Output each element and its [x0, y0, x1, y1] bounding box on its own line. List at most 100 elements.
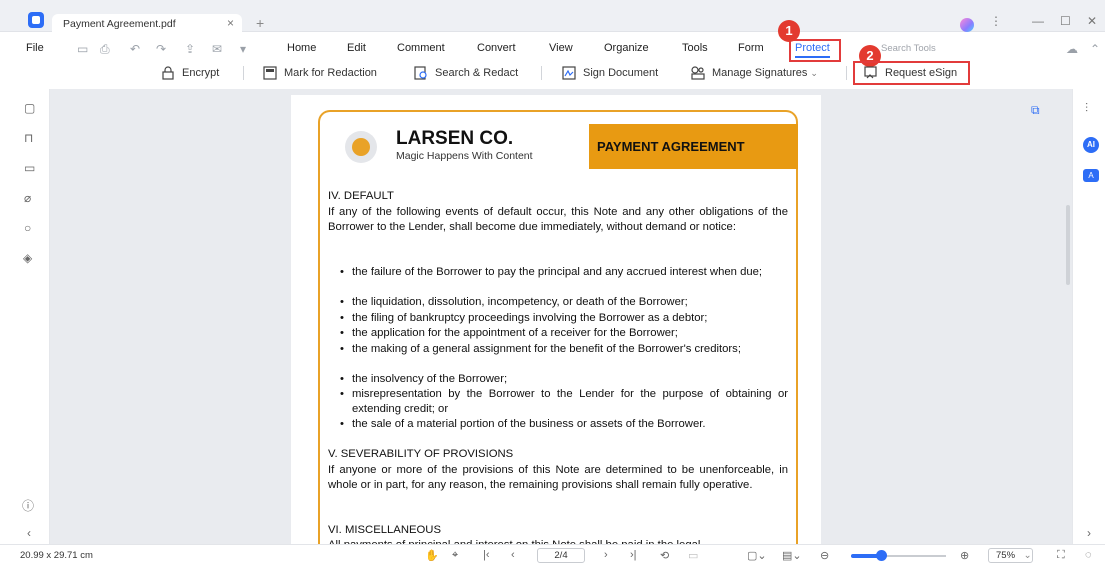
menu-form[interactable]: Form	[738, 42, 764, 54]
new-tab-icon[interactable]: +	[256, 15, 264, 31]
app-logo-icon	[28, 12, 44, 28]
list-item: the insolvency of the Borrower;	[340, 372, 788, 387]
redaction-icon	[262, 66, 278, 80]
chevron-down-icon: ⌄	[810, 67, 818, 78]
bookmark-icon[interactable]: ⊓	[24, 131, 33, 145]
attachment-icon[interactable]: ⌀	[24, 191, 31, 205]
zoom-level-select[interactable]: 75% ⌄	[988, 548, 1033, 563]
company-logo-dot	[352, 138, 370, 156]
layers-icon[interactable]: ◈	[23, 251, 32, 265]
chevron-down-icon: ⌄	[1023, 550, 1032, 561]
ai-assistant-icon[interactable]: AI	[1083, 137, 1099, 153]
request-esign-highlight-box	[853, 61, 970, 85]
comment-icon[interactable]: ▭	[24, 161, 35, 175]
left-sidebar: ▢ ⊓ ▭ ⌀ ○ ◈ ⓘ ‹	[0, 89, 50, 544]
search-icon[interactable]: ○	[24, 221, 31, 235]
cloud-upload-icon[interactable]: ☁	[1066, 42, 1078, 56]
list-item: the failure of the Borrower to pay the p…	[340, 265, 788, 280]
help-icon[interactable]: ⓘ	[22, 497, 34, 514]
zoom-level-value: 75%	[996, 550, 1016, 561]
signature-icon	[561, 66, 577, 80]
save-icon[interactable]: ▭	[77, 42, 88, 56]
encrypt-button[interactable]: Encrypt	[160, 62, 219, 84]
fit-page-icon[interactable]: ▭	[688, 549, 698, 562]
protect-highlight-box	[789, 39, 841, 62]
company-tagline: Magic Happens With Content	[396, 150, 533, 162]
first-page-icon[interactable]: |‹	[483, 549, 490, 561]
manage-signatures-icon	[690, 66, 706, 80]
company-name: LARSEN CO.	[396, 128, 514, 149]
manage-signatures-button[interactable]: Manage Signatures ⌄	[690, 62, 818, 84]
collapse-left-icon[interactable]: ‹	[27, 526, 31, 540]
section-paragraph: If any of the following events of defaul…	[328, 206, 788, 234]
close-icon[interactable]: ✕	[1087, 14, 1097, 28]
section-heading: IV. DEFAULT	[328, 190, 394, 202]
menu-file[interactable]: File	[26, 42, 44, 54]
collapse-ribbon-icon[interactable]: ⌃	[1090, 42, 1100, 56]
section-heading: VI. MISCELLANEOUS	[328, 524, 442, 536]
menu-tools[interactable]: Tools	[682, 42, 708, 54]
page-dimensions: 20.99 x 29.71 cm	[20, 550, 93, 561]
section-paragraph: If anyone or more of the provisions of t…	[328, 464, 788, 492]
list-item: the sale of a material portion of the bu…	[340, 417, 788, 432]
zoom-slider-handle[interactable]	[876, 550, 887, 561]
status-bar: 20.99 x 29.71 cm ✋ ⌖ |‹ ‹ 2/4 › ›| ⟲ ▭ ▢…	[0, 544, 1105, 565]
mark-for-redaction-button[interactable]: Mark for Redaction	[262, 62, 377, 84]
maximize-icon[interactable]: ☐	[1060, 14, 1071, 28]
menu-comment[interactable]: Comment	[397, 42, 445, 54]
zoom-in-icon[interactable]: ⊕	[960, 549, 969, 562]
menu-home[interactable]: Home	[287, 42, 316, 54]
sign-document-button[interactable]: Sign Document	[561, 62, 658, 84]
menu-view[interactable]: View	[549, 42, 573, 54]
mail-icon[interactable]: ✉	[212, 42, 222, 56]
redo-icon[interactable]: ↷	[156, 42, 166, 56]
avatar[interactable]	[960, 18, 974, 32]
toolbar-divider	[541, 66, 542, 80]
expand-right-icon[interactable]: ›	[1087, 526, 1091, 540]
rotate-icon[interactable]: ⟲	[660, 549, 669, 562]
menu-edit[interactable]: Edit	[347, 42, 366, 54]
zoom-out-icon[interactable]: ⊖	[820, 549, 829, 562]
customize-dropdown-icon[interactable]: ▾	[240, 42, 246, 56]
menu-organize[interactable]: Organize	[604, 42, 649, 54]
tab-close-icon[interactable]: ×	[227, 16, 234, 30]
step-badge-1: 1	[778, 20, 800, 42]
search-document-icon	[413, 66, 429, 80]
export-icon[interactable]: ⧉	[1031, 103, 1040, 118]
last-page-icon[interactable]: ›|	[630, 549, 637, 561]
properties-icon[interactable]: ⫶	[1085, 101, 1088, 116]
next-page-icon[interactable]: ›	[604, 549, 608, 561]
search-tools-input[interactable]: Search Tools	[881, 43, 936, 54]
document-tab[interactable]: Payment Agreement.pdf ×	[52, 14, 242, 33]
mark-for-redaction-label: Mark for Redaction	[284, 67, 377, 79]
tab-title: Payment Agreement.pdf	[63, 18, 176, 30]
thumbnails-icon[interactable]: ▢	[24, 101, 35, 115]
document-title: PAYMENT AGREEMENT	[597, 139, 745, 154]
undo-icon[interactable]: ↶	[130, 42, 140, 56]
sign-document-label: Sign Document	[583, 67, 659, 79]
page-number-input[interactable]: 2/4	[537, 548, 585, 563]
lock-icon	[160, 66, 176, 80]
page-layout-icon[interactable]: ▢⌄	[747, 549, 767, 562]
translate-icon[interactable]: A	[1083, 169, 1099, 182]
list-item: the application for the appointment of a…	[340, 326, 788, 341]
encrypt-label: Encrypt	[182, 67, 220, 79]
print-icon[interactable]: ⎙	[100, 42, 110, 57]
hand-tool-icon[interactable]: ✋	[425, 549, 439, 562]
vertical-scrollbar[interactable]	[1066, 205, 1070, 285]
menu-convert[interactable]: Convert	[477, 42, 516, 54]
toolbar-divider	[846, 66, 847, 80]
fullscreen-icon[interactable]: ⛶	[1057, 549, 1065, 562]
minimize-icon[interactable]: —	[1032, 14, 1044, 28]
previous-page-icon[interactable]: ‹	[511, 549, 515, 561]
more-options-icon[interactable]: ⋮	[990, 14, 1002, 28]
toolbar-divider	[243, 66, 244, 80]
select-tool-icon[interactable]: ⌖	[452, 549, 458, 562]
search-redact-label: Search & Redact	[435, 67, 519, 79]
section-heading: V. SEVERABILITY OF PROVISIONS	[328, 448, 514, 460]
share-icon[interactable]: ⇪	[185, 42, 195, 56]
search-redact-button[interactable]: Search & Redact	[413, 62, 518, 84]
title-bar: Payment Agreement.pdf × + ⋮ — ☐ ✕	[0, 0, 1105, 33]
view-mode-icon[interactable]: ▤⌄	[782, 549, 802, 562]
settings-icon[interactable]: ◌	[1085, 549, 1092, 561]
